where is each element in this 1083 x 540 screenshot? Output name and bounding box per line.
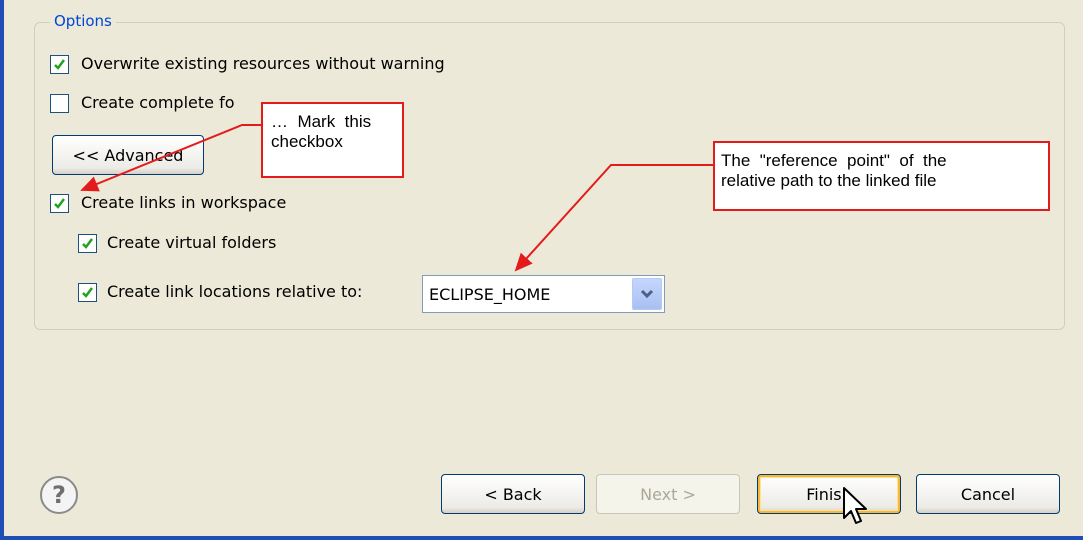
back-button[interactable]: < Back — [441, 474, 585, 514]
cancel-button[interactable]: Cancel — [916, 474, 1060, 514]
mark-checkbox-line2: checkbox — [271, 132, 343, 151]
mark-checkbox-arrow — [80, 124, 261, 192]
mouse-cursor-icon — [843, 487, 867, 524]
annotation-arrows — [80, 124, 713, 272]
reference-point-line2: relative path to the linked file — [721, 171, 937, 190]
reference-point-arrow — [514, 164, 713, 272]
svg-text:?: ? — [52, 481, 66, 509]
help-icon[interactable]: ? — [38, 474, 80, 516]
mark-checkbox-line1: … Mark this — [271, 112, 372, 131]
next-button[interactable]: Next > — [596, 474, 740, 514]
reference-point-line1: The "reference point" of the — [721, 151, 947, 170]
reference-point-callout: The "reference point" of the relative pa… — [713, 141, 1050, 211]
finish-button[interactable]: Finish — [757, 474, 901, 514]
mark-checkbox-callout: … Mark this checkbox — [261, 102, 404, 178]
